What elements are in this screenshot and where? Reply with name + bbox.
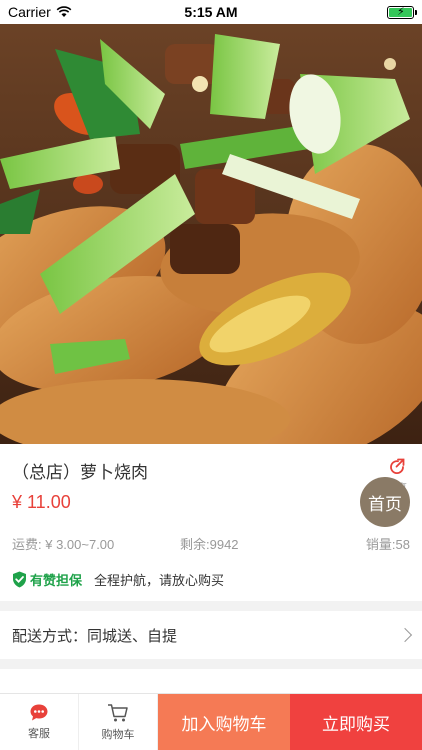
customer-service-button[interactable]: 客服	[0, 694, 79, 750]
chevron-right-icon	[397, 627, 413, 643]
product-hero-image[interactable]	[0, 24, 422, 444]
carrier-label: Carrier	[8, 4, 51, 20]
status-time: 5:15 AM	[184, 4, 238, 20]
guarantee-title: 有赞担保	[30, 573, 83, 588]
delivery-label: 配送方式：	[12, 627, 88, 645]
product-price: ¥ 11.00	[12, 492, 71, 512]
product-info-panel: （总店）萝卜烧肉 分享 ¥ 11.00 首页 运费: ¥ 3.00~7.00 剩…	[0, 444, 422, 601]
shipping-fee: 运费: ¥ 3.00~7.00	[12, 537, 115, 552]
cart-label: 购物车	[101, 728, 135, 741]
chat-bubble-icon	[30, 704, 48, 721]
delivery-value: 同城送、自提	[87, 627, 178, 645]
delivery-method-row[interactable]: 配送方式： 同城送、自提	[0, 611, 422, 659]
buy-now-button[interactable]: 立即购买	[290, 694, 422, 750]
status-left: Carrier	[8, 4, 148, 20]
status-bar: Carrier 5:15 AM ⚡	[0, 0, 422, 24]
wifi-icon	[56, 6, 72, 17]
bottom-action-bar: 客服 购物车 加入购物车 立即购买	[0, 693, 422, 750]
status-right: ⚡	[274, 5, 417, 19]
home-button[interactable]: 首页	[360, 477, 410, 527]
stock-remaining: 剩余:9942	[180, 537, 239, 552]
shopping-cart-icon	[108, 703, 128, 721]
cart-button[interactable]: 购物车	[79, 694, 158, 750]
guarantee-desc: 全程护航，请放心购买	[94, 573, 225, 588]
braised-pork-radish-photo	[0, 24, 422, 444]
shield-check-icon	[13, 571, 26, 588]
sales-count: 销量:58	[365, 537, 410, 552]
guarantee-row[interactable]: 有赞担保 全程护航，请放心购买	[12, 570, 224, 589]
add-to-cart-button[interactable]: 加入购物车	[158, 694, 290, 750]
share-icon	[390, 458, 405, 475]
product-title: （总店）萝卜烧肉	[12, 463, 148, 482]
customer-service-label: 客服	[28, 728, 50, 740]
battery-icon: ⚡	[387, 5, 417, 19]
